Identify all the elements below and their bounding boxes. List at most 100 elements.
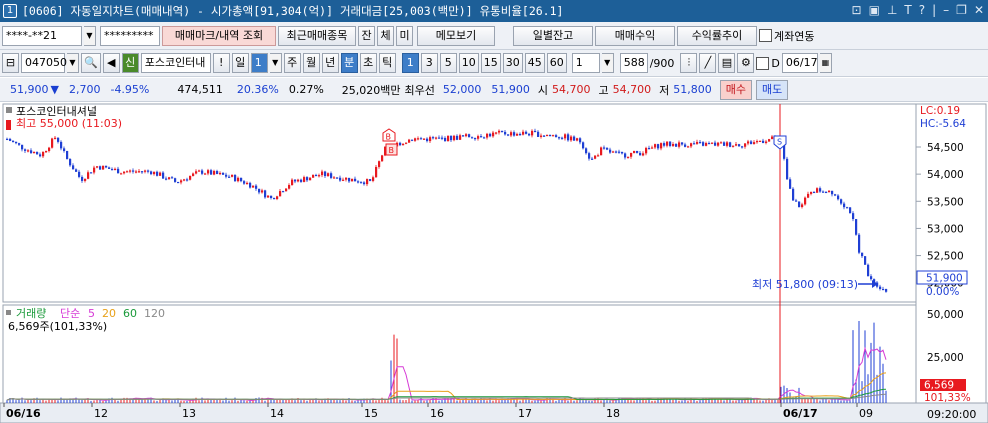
gear-icon[interactable]: ⚙ [737, 53, 755, 73]
window-icon[interactable]: ⊟ [2, 53, 19, 73]
current-price: 51,900 [10, 83, 49, 96]
candle-body [249, 182, 252, 188]
minute-option-30[interactable]: 30 [502, 53, 523, 73]
title-bar: 1 [0606] 자동일지차트(매매내역) - 시가총액[91,304(억)] … [0, 0, 988, 22]
candle-body [747, 141, 750, 144]
candle-body [573, 136, 576, 141]
custom-interval-field[interactable]: 1 [571, 53, 600, 73]
return-trend-button[interactable]: 수익률추이 [677, 25, 757, 46]
stock-code-input[interactable]: 047050 [21, 53, 67, 73]
period-year-button[interactable]: 년 [321, 53, 339, 73]
trade-mark-button[interactable]: 매매마크/내역 조회 [162, 25, 276, 46]
buy-button[interactable]: 매수 [719, 79, 753, 100]
sell-button[interactable]: 매도 [756, 79, 789, 100]
executed-button[interactable]: 체 [377, 25, 394, 46]
price-axis-label: 52,500 [927, 251, 964, 263]
layout-icon[interactable]: ▣ [869, 3, 880, 17]
calendar-icon[interactable]: ▦ [819, 53, 832, 73]
speaker-icon[interactable]: ◀ [102, 53, 120, 73]
minute-option-15[interactable]: 15 [480, 53, 501, 73]
candle-body [381, 155, 384, 162]
candle-body [504, 131, 507, 135]
candle-body [534, 130, 537, 133]
period-month-button[interactable]: 월 [302, 53, 320, 73]
candle-icon[interactable]: ⫶ [680, 53, 698, 73]
link-icon[interactable]: ⊡ [852, 3, 862, 17]
close-icon[interactable]: ✕ [974, 3, 984, 17]
candle-body [303, 177, 306, 182]
candle-body [117, 168, 120, 174]
restore-icon[interactable]: ❐ [956, 3, 967, 17]
volume-info: 6,569주(101,33%) [8, 320, 107, 333]
candle-body [180, 180, 183, 183]
minute-option-10[interactable]: 10 [458, 53, 479, 73]
text-icon[interactable]: T [904, 3, 911, 17]
date-field[interactable]: 06/17 [781, 53, 818, 73]
recent-stocks-button[interactable]: 최근매매종목 [278, 25, 356, 46]
chart-area[interactable]: 포스코인터내셔널 최고 55,000 (11:03) 최저 51,800 (09… [0, 103, 988, 423]
candle-body [756, 141, 759, 143]
minute-option-5[interactable]: 5 [439, 53, 457, 73]
minimize-icon[interactable]: – [943, 3, 949, 17]
candle-body [243, 181, 246, 184]
candle-body [471, 137, 474, 139]
candle-body [789, 179, 792, 189]
candle-body [714, 142, 717, 146]
candle-body [360, 182, 363, 184]
pin-icon[interactable]: ⊥ [887, 3, 897, 17]
minute-option-1[interactable]: 1 [401, 53, 419, 73]
volume-current-label: 6,569 [924, 380, 954, 392]
draw-line-icon[interactable]: ╱ [699, 53, 717, 73]
period-week-button[interactable]: 주 [283, 53, 301, 73]
candle-body [879, 286, 882, 289]
count-field[interactable]: 588 [619, 53, 648, 73]
save-icon[interactable]: ▤ [718, 53, 736, 73]
period-tick-button[interactable]: 틱 [378, 53, 396, 73]
memo-button[interactable]: 메모보기 [417, 25, 495, 46]
minute-option-60[interactable]: 60 [546, 53, 567, 73]
account-link-checkbox[interactable] [759, 29, 772, 42]
candle-body [549, 134, 552, 137]
candle-body [474, 137, 477, 140]
current-price-label: 51,900 [926, 273, 963, 285]
candle-body [651, 147, 654, 149]
period-minute-button[interactable]: 분 [340, 53, 358, 73]
date-checkbox[interactable] [756, 56, 770, 70]
minute-option-45[interactable]: 45 [524, 53, 545, 73]
chevron-down-icon[interactable]: ▼ [269, 53, 282, 73]
candle-body [450, 135, 453, 141]
candle-body [270, 195, 273, 199]
candle-body [765, 141, 768, 143]
candle-body [90, 172, 93, 174]
candle-body [606, 148, 609, 150]
period-second-button[interactable]: 초 [359, 53, 377, 73]
candle-body [681, 142, 684, 145]
trade-profit-button[interactable]: 매매수익 [595, 25, 675, 46]
search-icon[interactable]: 🔍 [81, 53, 101, 73]
balance-button[interactable]: 잔 [358, 25, 375, 46]
chevron-down-icon[interactable]: ▼ [84, 25, 96, 46]
price-axis-label: 53,000 [927, 223, 964, 235]
period-day-button[interactable]: 일 [231, 53, 249, 73]
candle-body [87, 172, 90, 179]
chevron-down-icon[interactable]: ▼ [67, 53, 79, 73]
account-select[interactable]: ****-**21 [2, 25, 82, 46]
password-field[interactable]: ********* [100, 25, 160, 46]
help-icon[interactable]: ? [919, 3, 925, 17]
candle-body [291, 179, 294, 186]
stock-name-field: 포스코인터내 [140, 53, 211, 73]
candle-body [588, 153, 591, 159]
period-value-field[interactable]: 1 [250, 53, 268, 73]
candle-body [654, 144, 657, 148]
trade-amount: 25,020백만 [341, 83, 401, 97]
candle-body [510, 132, 513, 136]
candle-body [483, 137, 486, 139]
candlestick-chart[interactable]: 포스코인터내셔널 최고 55,000 (11:03) 최저 51,800 (09… [0, 103, 988, 423]
warning-button[interactable]: ! [212, 53, 230, 73]
daily-balance-button[interactable]: 일별잔고 [513, 25, 593, 46]
chevron-down-icon[interactable]: ▼ [601, 53, 614, 73]
minute-option-3[interactable]: 3 [420, 53, 438, 73]
candle-body [600, 147, 603, 156]
unexecuted-button[interactable]: 미 [396, 25, 413, 46]
candle-body [630, 152, 633, 157]
